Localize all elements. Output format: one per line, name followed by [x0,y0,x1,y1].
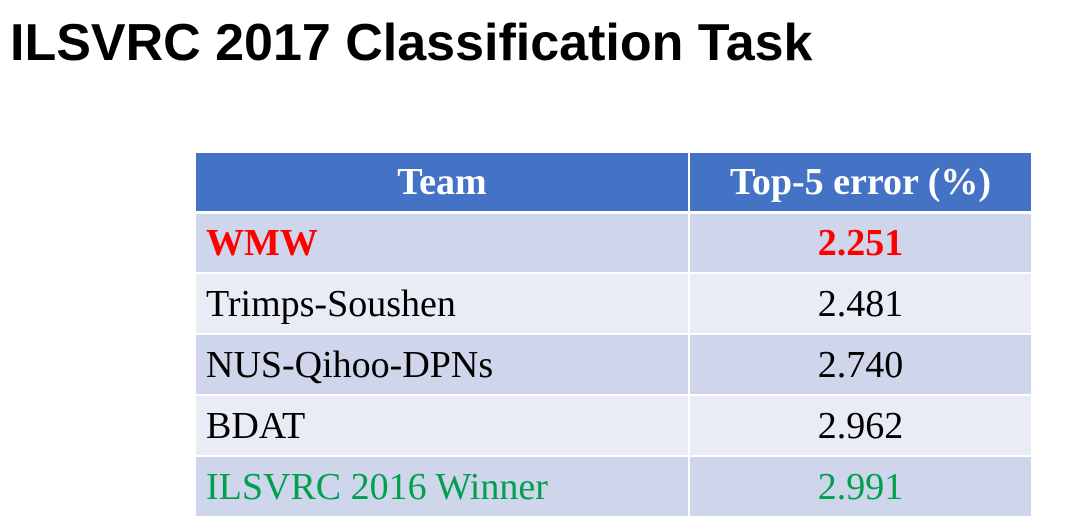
top5-error: 2.962 [689,395,1033,457]
table-row: Trimps-Soushen 2.481 [196,273,1033,335]
team-name: Trimps-Soushen [196,273,690,335]
top5-error: 2.481 [689,273,1033,335]
table-row: ILSVRC 2016 Winner 2.991 [196,456,1033,518]
slide-title: ILSVRC 2017 Classification Task [10,14,813,72]
team-name: BDAT [196,395,690,457]
table-row: NUS-Qihoo-DPNs 2.740 [196,334,1033,396]
team-name: ILSVRC 2016 Winner [196,456,690,518]
top5-error: 2.251 [689,212,1033,274]
header-top5-error: Top-5 error (%) [689,153,1033,214]
top5-error: 2.991 [689,456,1033,518]
results-table: Team Top-5 error (%) WMW 2.251 Trimps-So… [196,153,1033,518]
team-name: WMW [196,212,690,274]
table-row: BDAT 2.962 [196,395,1033,457]
table-row: WMW 2.251 [196,212,1033,274]
team-name: NUS-Qihoo-DPNs [196,334,690,396]
table-header-row: Team Top-5 error (%) [196,153,1033,214]
header-team: Team [196,153,690,214]
top5-error: 2.740 [689,334,1033,396]
